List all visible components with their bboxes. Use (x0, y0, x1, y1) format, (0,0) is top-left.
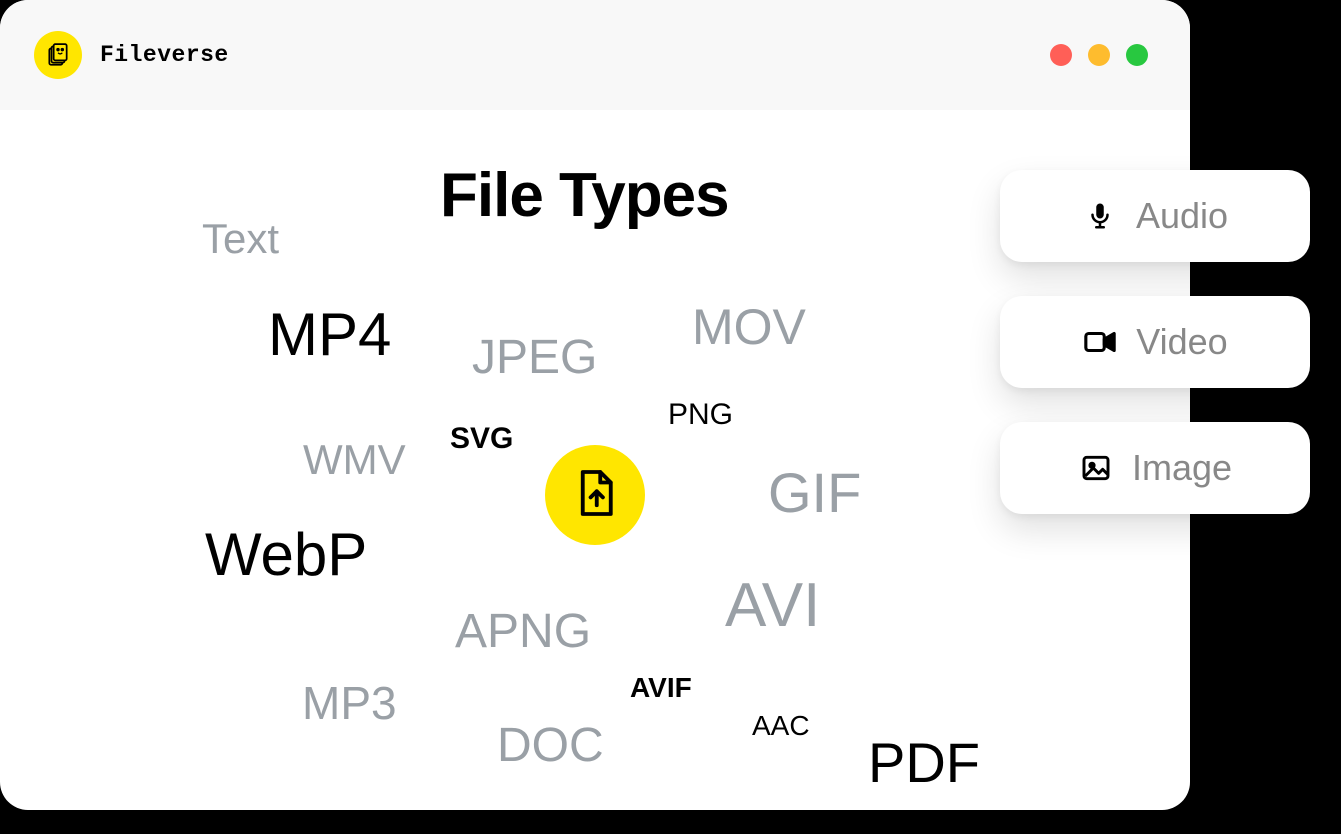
mic-icon (1082, 198, 1118, 234)
tag-apng: APNG (455, 604, 591, 659)
brand-logo-icon (34, 31, 82, 79)
tag-avi: AVI (725, 570, 820, 641)
image-button[interactable]: Image (1000, 422, 1310, 514)
brand-name: Fileverse (100, 42, 229, 68)
tag-doc: DOC (497, 718, 604, 773)
tag-avif: AVIF (630, 672, 692, 704)
tag-mp3: MP3 (302, 676, 397, 730)
image-label: Image (1132, 447, 1232, 489)
title-bar: Fileverse (0, 0, 1190, 110)
close-dot-icon[interactable] (1050, 44, 1072, 66)
audio-button[interactable]: Audio (1000, 170, 1310, 262)
video-icon (1082, 324, 1118, 360)
file-upload-icon (574, 468, 616, 523)
tag-mov: MOV (692, 298, 806, 356)
canvas: File Types Text MP4 JPEG MOV WMV SVG PNG… (0, 110, 1190, 810)
tag-mp4: MP4 (268, 300, 391, 369)
tag-wmv: WMV (303, 436, 406, 484)
tag-gif: GIF (768, 460, 861, 525)
brand: Fileverse (34, 31, 229, 79)
image-icon (1078, 450, 1114, 486)
video-button[interactable]: Video (1000, 296, 1310, 388)
video-label: Video (1136, 321, 1227, 363)
tag-jpeg: JPEG (472, 330, 597, 385)
window-controls (1050, 44, 1148, 66)
page-title: File Types (440, 160, 729, 231)
tag-aac: AAC (752, 710, 810, 742)
app-window: Fileverse File Types Text MP4 JPEG MOV W… (0, 0, 1190, 810)
tag-svg: SVG (450, 422, 513, 456)
audio-label: Audio (1136, 195, 1228, 237)
zoom-dot-icon[interactable] (1126, 44, 1148, 66)
tag-pdf: PDF (868, 730, 980, 795)
upload-button[interactable] (545, 445, 645, 545)
tag-webp: WebP (205, 520, 367, 589)
tag-text: Text (202, 215, 279, 263)
side-buttons: Audio Video (1000, 170, 1310, 514)
tag-png: PNG (668, 398, 733, 432)
minimize-dot-icon[interactable] (1088, 44, 1110, 66)
